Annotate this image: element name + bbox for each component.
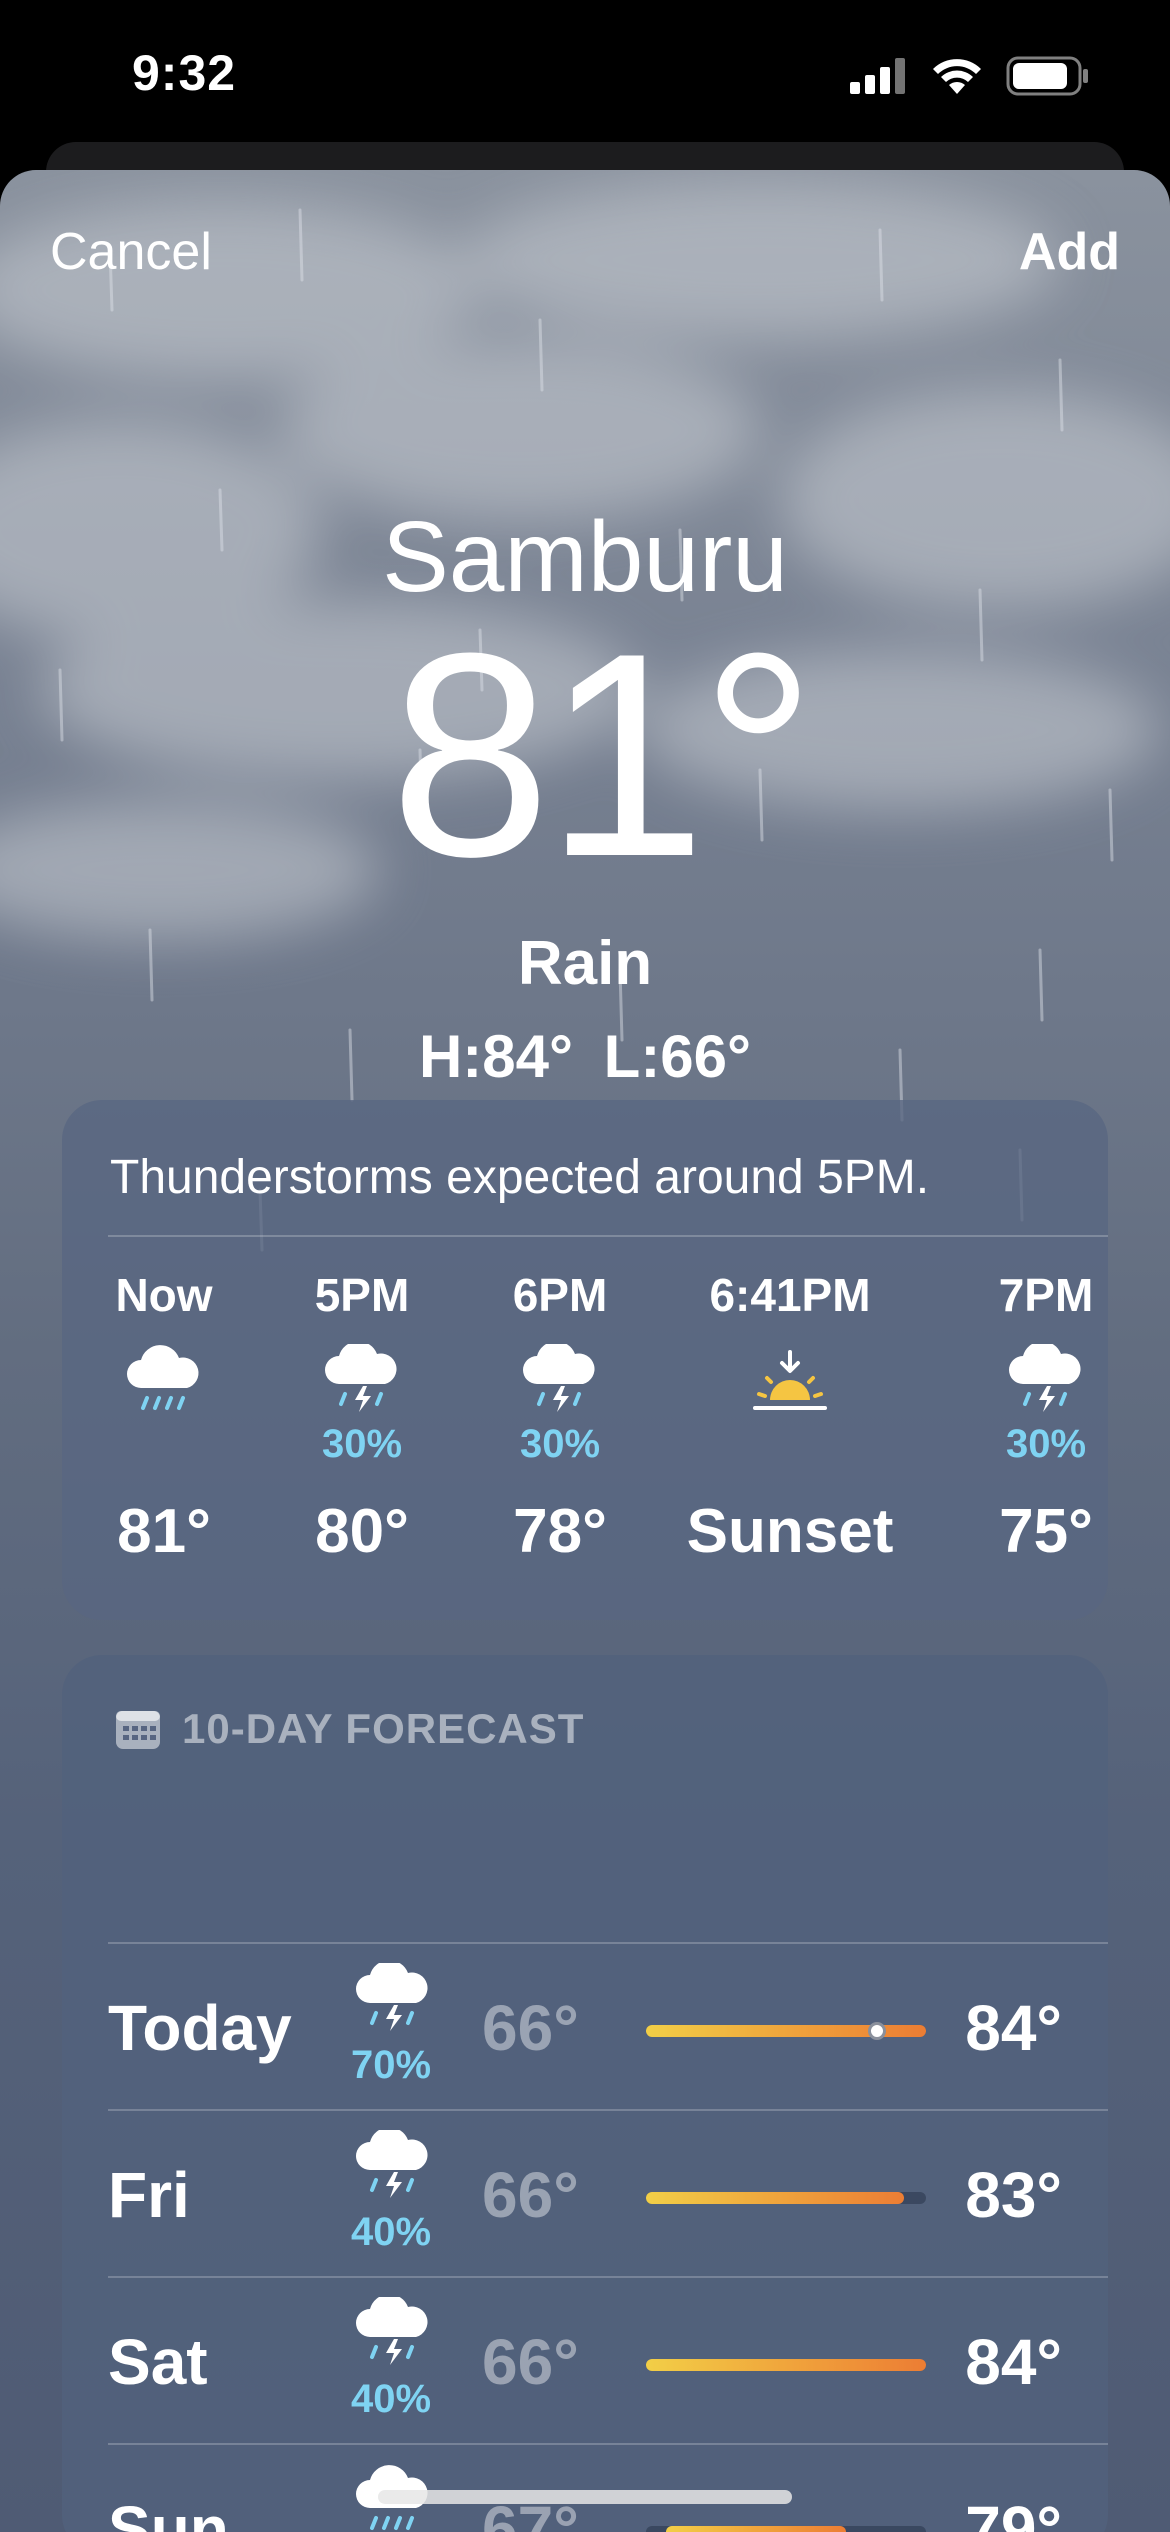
ten-day-forecast-card[interactable]: 10-DAY FORECAST Today 70% 66° 84° Fri 40… bbox=[62, 1655, 1108, 2532]
cloud-bolt-rain-icon bbox=[356, 2130, 428, 2198]
high-temperature: 79° bbox=[965, 2493, 1062, 2532]
daily-row-sun[interactable]: Sun 67° 79° bbox=[108, 2446, 1062, 2532]
home-indicator[interactable] bbox=[378, 2490, 792, 2504]
precipitation-chance: 70% bbox=[350, 2043, 432, 2087]
precipitation-chance: 30% bbox=[1005, 1422, 1087, 1466]
hour-time: 7PM bbox=[998, 1269, 1094, 1321]
divider bbox=[108, 2109, 1108, 2111]
temperature-range-bar bbox=[646, 2359, 926, 2371]
cellular-signal-icon bbox=[850, 58, 905, 94]
daily-row-sat[interactable]: Sat 40% 66° 84° bbox=[108, 2279, 1062, 2444]
cloud-bolt-rain-icon bbox=[356, 1963, 428, 2031]
temperature-range-track bbox=[646, 2359, 926, 2371]
precipitation-chance: 30% bbox=[519, 1422, 601, 1466]
ten-day-header: 10-DAY FORECAST bbox=[114, 1705, 584, 1753]
current-condition: Rain bbox=[517, 929, 653, 998]
divider bbox=[108, 1942, 1108, 1944]
temperature-range-track bbox=[646, 2022, 926, 2040]
divider bbox=[108, 1235, 1108, 1237]
hourly-forecast-card[interactable]: Thunderstorms expected around 5PM. Now 8… bbox=[62, 1100, 1108, 1620]
hour-time: 6PM bbox=[512, 1269, 608, 1321]
sunset-label: Sunset bbox=[686, 1497, 894, 1566]
battery-icon bbox=[1006, 56, 1088, 96]
day-name: Today bbox=[108, 1992, 292, 2064]
sunset-icon bbox=[753, 1350, 827, 1410]
hour-temperature: 81° bbox=[117, 1497, 211, 1566]
temperature-range-bar bbox=[666, 2526, 846, 2532]
high-temperature: 84° bbox=[965, 2326, 1062, 2398]
wifi-icon bbox=[933, 59, 981, 94]
precipitation-chance: 40% bbox=[350, 2377, 432, 2421]
hour-temperature: 78° bbox=[513, 1497, 607, 1566]
status-bar: 9:32 bbox=[0, 0, 1170, 150]
high-temperature: 84° bbox=[965, 1992, 1062, 2064]
cloud-bolt-rain-icon bbox=[325, 1344, 397, 1412]
precipitation-chance: 40% bbox=[350, 2210, 432, 2254]
high-low-temperature: H:84° L:66° bbox=[418, 1023, 752, 1090]
cloud-bolt-rain-icon bbox=[356, 2297, 428, 2365]
cloud-bolt-rain-icon bbox=[1009, 1344, 1081, 1412]
low-temperature: 66° bbox=[482, 2326, 579, 2398]
hour-temperature: 80° bbox=[315, 1497, 409, 1566]
high-temperature: 83° bbox=[965, 2159, 1062, 2231]
day-name: Fri bbox=[108, 2159, 190, 2231]
ten-day-header-label: 10-DAY FORECAST bbox=[182, 1705, 585, 1752]
low-temperature: 66° bbox=[482, 1992, 579, 2064]
add-button[interactable]: Add bbox=[1019, 222, 1120, 282]
hour-temperature: 75° bbox=[999, 1497, 1093, 1566]
temperature-range-track bbox=[646, 2526, 926, 2532]
status-icons bbox=[850, 56, 1090, 96]
day-name: Sat bbox=[108, 2326, 208, 2398]
temperature-range-track bbox=[646, 2192, 926, 2204]
cloud-rain-icon bbox=[127, 1345, 199, 1410]
hourly-summary: Thunderstorms expected around 5PM. bbox=[110, 1151, 930, 1204]
status-time: 9:32 bbox=[132, 45, 237, 101]
calendar-icon bbox=[116, 1711, 160, 1749]
hour-time: Now bbox=[115, 1269, 213, 1321]
low-temperature: 66° bbox=[482, 2159, 579, 2231]
current-temperature: 81° bbox=[389, 593, 817, 917]
precipitation-chance: 30% bbox=[321, 1422, 403, 1466]
divider bbox=[108, 2276, 1108, 2278]
daily-row-today[interactable]: Today 70% 66° 84° bbox=[108, 1945, 1062, 2110]
current-temperature-dot bbox=[868, 2022, 886, 2040]
cancel-button[interactable]: Cancel bbox=[50, 222, 212, 282]
day-name: Sun bbox=[108, 2493, 229, 2532]
cloud-bolt-rain-icon bbox=[523, 1344, 595, 1412]
divider bbox=[108, 2443, 1108, 2445]
hour-time: 5PM bbox=[314, 1269, 410, 1321]
hour-time: 6:41PM bbox=[709, 1269, 871, 1321]
daily-row-fri[interactable]: Fri 40% 66° 83° bbox=[108, 2112, 1062, 2277]
temperature-range-bar bbox=[646, 2192, 904, 2204]
